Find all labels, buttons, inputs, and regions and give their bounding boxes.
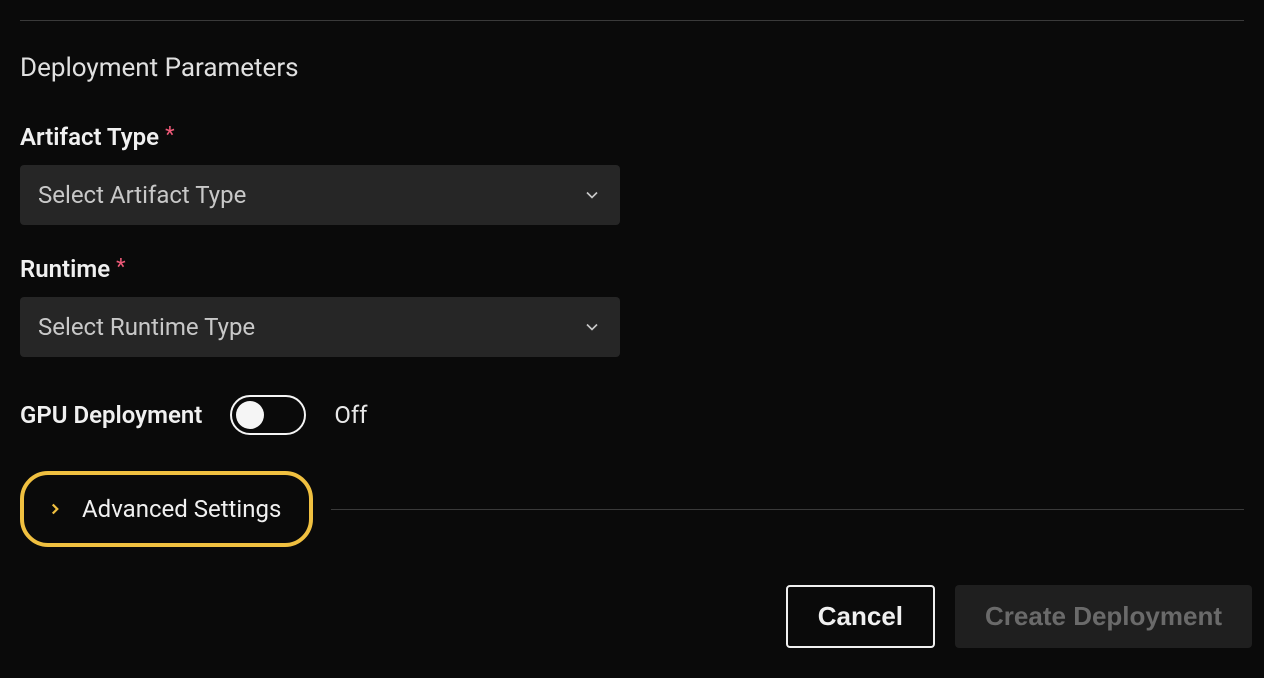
runtime-label: Runtime — [20, 255, 110, 283]
chevron-down-icon — [582, 185, 602, 205]
top-divider — [20, 20, 1244, 21]
advanced-divider — [331, 509, 1244, 510]
required-indicator: * — [165, 123, 174, 148]
gpu-deployment-row: GPU Deployment Off — [20, 395, 1244, 435]
artifact-type-select[interactable]: Select Artifact Type — [20, 165, 620, 225]
artifact-type-placeholder: Select Artifact Type — [38, 181, 246, 209]
advanced-settings-label: Advanced Settings — [82, 495, 281, 523]
required-indicator: * — [116, 255, 125, 280]
deployment-parameters-panel: Deployment Parameters Artifact Type* Sel… — [0, 0, 1264, 678]
artifact-type-label: Artifact Type — [20, 123, 159, 151]
chevron-down-icon — [582, 317, 602, 337]
runtime-select[interactable]: Select Runtime Type — [20, 297, 620, 357]
section-heading: Deployment Parameters — [20, 53, 1244, 83]
runtime-placeholder: Select Runtime Type — [38, 313, 255, 341]
gpu-deployment-toggle[interactable] — [230, 395, 306, 435]
gpu-deployment-state: Off — [334, 401, 367, 429]
advanced-settings-row: Advanced Settings — [20, 471, 1244, 547]
cancel-button[interactable]: Cancel — [786, 585, 935, 648]
chevron-right-icon — [46, 500, 64, 518]
create-deployment-button[interactable]: Create Deployment — [955, 585, 1252, 648]
toggle-knob — [236, 401, 264, 429]
advanced-settings-button[interactable]: Advanced Settings — [20, 471, 313, 547]
action-buttons: Cancel Create Deployment — [786, 585, 1252, 648]
runtime-field: Runtime* Select Runtime Type — [20, 255, 1244, 357]
artifact-type-field: Artifact Type* Select Artifact Type — [20, 123, 1244, 225]
gpu-deployment-label: GPU Deployment — [20, 401, 202, 429]
